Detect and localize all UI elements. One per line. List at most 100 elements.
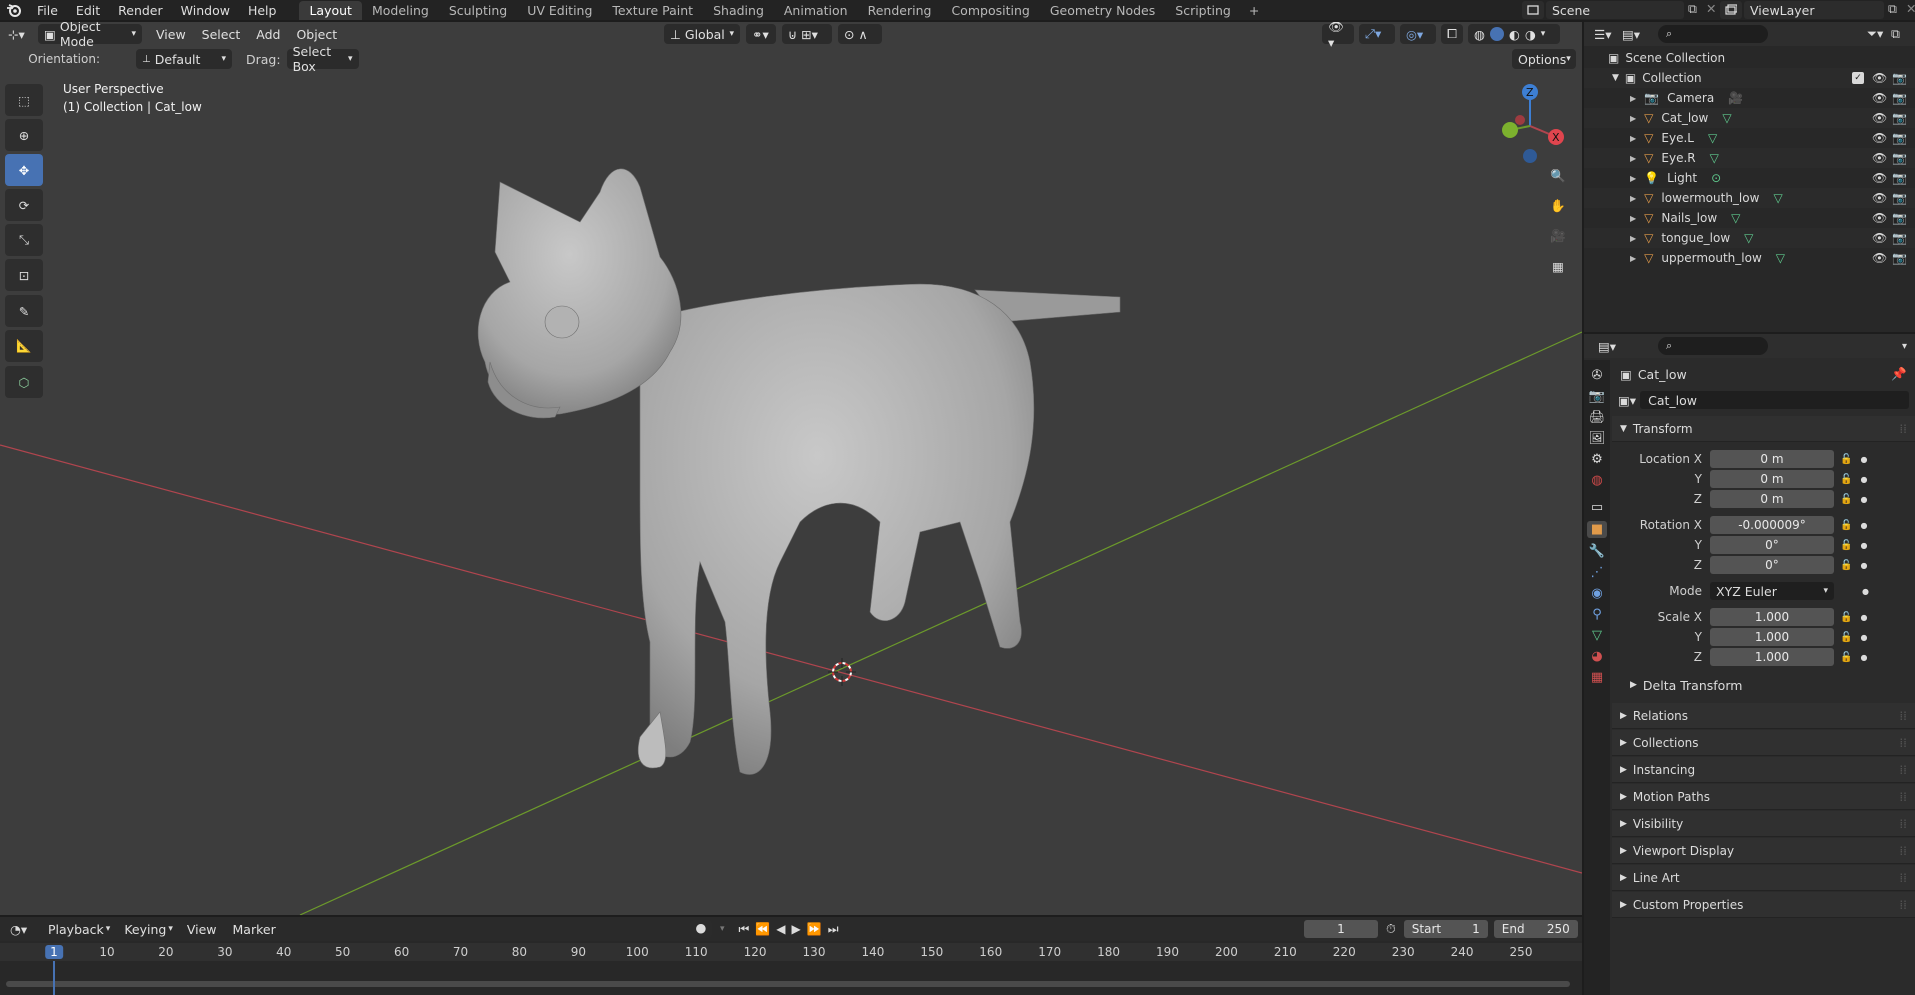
3d-viewport[interactable]: ⊹▾ ▣ Object Mode ▾ View Select Add Objec… [0, 22, 1582, 915]
collection-row[interactable]: ▼ ▣ Collection ✓ 👁 📷 [1584, 68, 1915, 88]
keyframe-dot-icon[interactable]: ● [1860, 613, 1867, 622]
transform-value-field[interactable]: 0 m [1710, 490, 1834, 508]
workspace-tab-compositing[interactable]: Compositing [941, 1, 1039, 20]
render-camera-icon[interactable]: 📷 [1892, 131, 1907, 145]
material-shading-icon[interactable]: ◐ [1509, 27, 1520, 42]
tool-tab-icon[interactable]: ✇ [1592, 368, 1603, 383]
menu-keying[interactable]: Keying [116, 922, 174, 937]
new-collection-icon[interactable]: ⧉ [1891, 26, 1915, 42]
prev-keyframe-icon[interactable]: ⏪ [755, 922, 770, 937]
keyframe-dot-icon[interactable]: ● [1860, 541, 1867, 550]
keyframe-dot-icon[interactable]: ● [1860, 475, 1867, 484]
transform-value-field[interactable]: 1.000 [1710, 648, 1834, 666]
keyframe-dot-icon[interactable]: ● [1860, 561, 1867, 570]
zoom-button[interactable]: 🔍 [1544, 162, 1572, 190]
keyframe-dot-icon[interactable]: ● [1860, 653, 1867, 662]
cursor-tool[interactable]: ⊕ [5, 119, 43, 151]
properties-section-header[interactable]: ▶ Visibility ⁞⁞ [1612, 811, 1915, 837]
render-tab-icon[interactable]: 📷 [1589, 389, 1605, 404]
delete-view-layer-icon[interactable]: ✕ [1906, 1, 1915, 19]
material-tab-icon[interactable]: ◕ [1591, 649, 1602, 664]
transform-value-field[interactable]: 0° [1710, 536, 1834, 554]
jump-start-icon[interactable]: ⏮ [739, 922, 750, 937]
current-frame-field[interactable]: 1 [1304, 920, 1378, 938]
collection-tab-icon[interactable]: ▭ [1591, 500, 1603, 515]
eye-icon[interactable]: 👁 [1872, 171, 1887, 185]
display-mode-icon[interactable]: ▤▾ [1622, 27, 1650, 42]
workspace-tab-texture-paint[interactable]: Texture Paint [602, 1, 703, 20]
chevron-down-icon[interactable]: ▾ [1902, 341, 1907, 352]
eye-icon[interactable]: 👁 [1872, 231, 1887, 245]
pivot-point-button[interactable]: ⚭▾ [746, 24, 776, 44]
outliner-editor-type-icon[interactable]: ☰▾ [1594, 27, 1622, 42]
outliner-item[interactable]: ▶ ▽ uppermouth_low ▽ 👁 📷 [1584, 248, 1915, 268]
workspace-tab-modeling[interactable]: Modeling [362, 1, 439, 20]
outliner-item[interactable]: ▶ ▽ Cat_low ▽ 👁 📷 [1584, 108, 1915, 128]
menu-render[interactable]: Render [109, 3, 172, 18]
transform-value-field[interactable]: 0 m [1710, 450, 1834, 468]
overlays-toggle[interactable]: ◎▾ [1400, 24, 1436, 44]
timeline-scrollbar[interactable] [6, 981, 1570, 987]
render-camera-icon[interactable]: 📷 [1892, 91, 1907, 105]
outliner-item[interactable]: ▶ ▽ Nails_low ▽ 👁 📷 [1584, 208, 1915, 228]
render-camera-icon[interactable]: 📷 [1892, 151, 1907, 165]
outliner-item[interactable]: ▶ ▽ Eye.L ▽ 👁 📷 [1584, 128, 1915, 148]
mode-selector[interactable]: ▣ Object Mode ▾ [38, 22, 142, 49]
menu-view[interactable]: View [148, 27, 194, 42]
pin-icon[interactable]: 📌 [1891, 366, 1907, 382]
ortho-toggle-button[interactable]: ▦ [1544, 252, 1572, 280]
constraints-tab-icon[interactable]: ⚲ [1592, 607, 1602, 622]
menu-select[interactable]: Select [194, 27, 249, 42]
expand-arrow-icon[interactable]: ▶ [1630, 94, 1636, 103]
render-camera-icon[interactable]: 📷 [1892, 111, 1907, 125]
render-camera-icon[interactable]: 📷 [1892, 71, 1907, 85]
frame-ruler[interactable]: 1 10 20 30 40 50 60 70 80 90 100 110 120 130 140 150 160… [0, 943, 1582, 961]
chevron-down-icon[interactable]: ▾ [1541, 29, 1546, 39]
shading-modes[interactable]: ◍ ◐ ◑ ▾ [1468, 24, 1560, 44]
options-dropdown[interactable]: Options ▾ [1512, 49, 1576, 69]
gizmo-toggle[interactable]: ⤢▾ [1359, 24, 1395, 44]
lock-icon[interactable]: 🔓 [1840, 540, 1852, 551]
lock-icon[interactable]: 🔓 [1840, 632, 1852, 643]
annotate-tool[interactable]: ✎ [5, 295, 43, 327]
camera-view-button[interactable]: 🎥 [1544, 222, 1572, 250]
keyframe-dot-icon[interactable]: ● [1860, 495, 1867, 504]
new-view-layer-icon[interactable]: ⧉ [1888, 1, 1906, 19]
drag-select-dropdown[interactable]: Select Box ▾ [286, 44, 359, 74]
delta-transform-subpanel[interactable]: ▶ Delta Transform [1630, 676, 1742, 694]
menu-help[interactable]: Help [239, 3, 286, 18]
drag-handle-icon[interactable]: ⁞⁞ [1899, 817, 1907, 831]
eye-icon[interactable]: 👁 [1872, 71, 1887, 85]
solid-shading-icon[interactable] [1489, 27, 1504, 41]
lock-icon[interactable]: 🔓 [1840, 560, 1852, 571]
mesh-data-icon[interactable]: ▽ [1708, 131, 1717, 145]
menu-marker[interactable]: Marker [225, 922, 284, 937]
expand-arrow-icon[interactable]: ▶ [1630, 254, 1636, 263]
object-tab-icon[interactable]: ■ [1586, 521, 1608, 538]
eye-icon[interactable]: 👁 [1872, 111, 1887, 125]
properties-section-header[interactable]: ▶ Viewport Display ⁞⁞ [1612, 838, 1915, 864]
world-tab-icon[interactable]: ◍ [1591, 473, 1602, 488]
view-layer-tab-icon[interactable]: 🖼 [1589, 431, 1606, 446]
outliner-item[interactable]: ▶ 📷 Camera 🎥 👁 📷 [1584, 88, 1915, 108]
datablock-type-icon[interactable]: ▣▾ [1618, 393, 1636, 408]
render-camera-icon[interactable]: 📷 [1892, 191, 1907, 205]
data-tab-icon[interactable]: ▽ [1592, 628, 1602, 643]
object-name-field[interactable]: Cat_low [1640, 391, 1909, 409]
transform-value-field[interactable]: 1.000 [1710, 628, 1834, 646]
transform-section-header[interactable]: ▼ Transform ⁞⁞ [1612, 416, 1915, 442]
orientation-default-dropdown[interactable]: ⊥ Default ▾ [136, 49, 232, 69]
properties-search-input[interactable]: ⌕ [1658, 337, 1768, 355]
menu-object[interactable]: Object [288, 27, 345, 42]
menu-view[interactable]: View [179, 922, 225, 937]
rotation-mode-dropdown[interactable]: XYZ Euler ▾ [1710, 582, 1834, 600]
wireframe-shading-icon[interactable]: ◍ [1474, 27, 1485, 42]
jump-end-icon[interactable]: ⏭ [828, 922, 839, 937]
eye-icon[interactable]: 👁 [1872, 91, 1887, 105]
eye-icon[interactable]: 👁 [1872, 151, 1887, 165]
expand-arrow-icon[interactable]: ▶ [1630, 214, 1636, 223]
drag-handle-icon[interactable]: ⁞⁞ [1899, 422, 1907, 436]
workspace-tab-scripting[interactable]: Scripting [1165, 1, 1241, 20]
light-data-icon[interactable]: ⊙ [1711, 171, 1721, 185]
checkbox-icon[interactable]: ✓ [1852, 72, 1864, 84]
